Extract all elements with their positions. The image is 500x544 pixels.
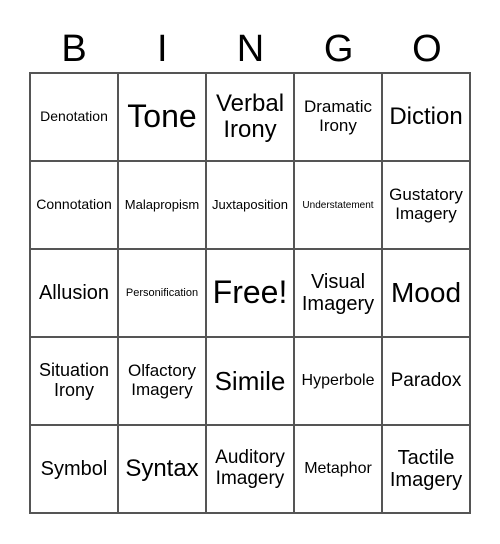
bingo-cell[interactable]: Tactile Imagery xyxy=(382,425,470,513)
cell-label: Mood xyxy=(390,276,462,308)
bingo-cell[interactable]: Allusion xyxy=(30,249,118,337)
header-letter-b: B xyxy=(61,28,87,70)
bingo-cell[interactable]: Understatement xyxy=(294,161,382,249)
cell-label: Simile xyxy=(214,365,286,396)
bingo-header: B I N G O xyxy=(30,26,471,72)
bingo-cell[interactable]: Personification xyxy=(118,249,206,337)
bingo-cell[interactable]: Syntax xyxy=(118,425,206,513)
bingo-cell[interactable]: Olfactory Imagery xyxy=(118,337,206,425)
cell-label: Tactile Imagery xyxy=(389,447,463,491)
bingo-cell[interactable]: Paradox xyxy=(382,337,470,425)
cell-label: Syntax xyxy=(125,454,199,482)
cell-label: Denotation xyxy=(40,108,108,125)
cell-label: Malapropism xyxy=(124,196,200,212)
bingo-cell[interactable]: Simile xyxy=(206,337,294,425)
cell-label: Paradox xyxy=(390,369,462,391)
header-letter-i: I xyxy=(157,28,168,70)
cell-label: Visual Imagery xyxy=(301,271,375,315)
bingo-cell[interactable]: Mood xyxy=(382,249,470,337)
bingo-grid: Denotation Tone Verbal Irony Dramatic Irony… xyxy=(29,72,471,514)
bingo-cell[interactable]: Verbal Irony xyxy=(206,73,294,161)
bingo-cell[interactable]: Connotation xyxy=(30,161,118,249)
bingo-cell[interactable]: Denotation xyxy=(30,73,118,161)
bingo-cell[interactable]: Metaphor xyxy=(294,425,382,513)
bingo-cell[interactable]: Auditory Imagery xyxy=(206,425,294,513)
cell-label: Tone xyxy=(127,98,197,135)
cell-label: Understatement xyxy=(302,199,374,211)
bingo-cell[interactable]: Visual Imagery xyxy=(294,249,382,337)
cell-label: Auditory Imagery xyxy=(215,447,285,489)
cell-label: Symbol xyxy=(40,458,108,480)
header-letter-g: G xyxy=(323,28,354,70)
cell-label: Situation Irony xyxy=(38,360,110,400)
bingo-cell[interactable]: Dramatic Irony xyxy=(294,73,382,161)
header-letter-o: O xyxy=(412,28,442,70)
cell-label: Olfactory Imagery xyxy=(127,361,197,399)
cell-label: Connotation xyxy=(36,196,112,213)
bingo-cell[interactable]: Symbol xyxy=(30,425,118,513)
bingo-cell[interactable]: Diction xyxy=(382,73,470,161)
cell-label: Allusion xyxy=(38,282,110,304)
bingo-cell[interactable]: Malapropism xyxy=(118,161,206,249)
bingo-cell[interactable]: Free! xyxy=(206,249,294,337)
bingo-cell[interactable]: Situation Irony xyxy=(30,337,118,425)
bingo-cell[interactable]: Hyperbole xyxy=(294,337,382,425)
cell-label: Gustatory Imagery xyxy=(389,185,463,223)
cell-label: Hyperbole xyxy=(301,372,375,390)
bingo-cell[interactable]: Juxtaposition xyxy=(206,161,294,249)
bingo-cell[interactable]: Tone xyxy=(118,73,206,161)
cell-label: Dramatic Irony xyxy=(303,97,372,135)
cell-label: Personification xyxy=(125,286,199,299)
bingo-cell[interactable]: Gustatory Imagery xyxy=(382,161,470,249)
cell-label: Verbal Irony xyxy=(215,89,285,143)
header-letter-n: N xyxy=(236,28,265,70)
cell-label: Juxtaposition xyxy=(212,196,288,212)
cell-label: Diction xyxy=(389,102,463,130)
cell-label: Free! xyxy=(212,274,288,311)
cell-label: Metaphor xyxy=(304,460,372,478)
